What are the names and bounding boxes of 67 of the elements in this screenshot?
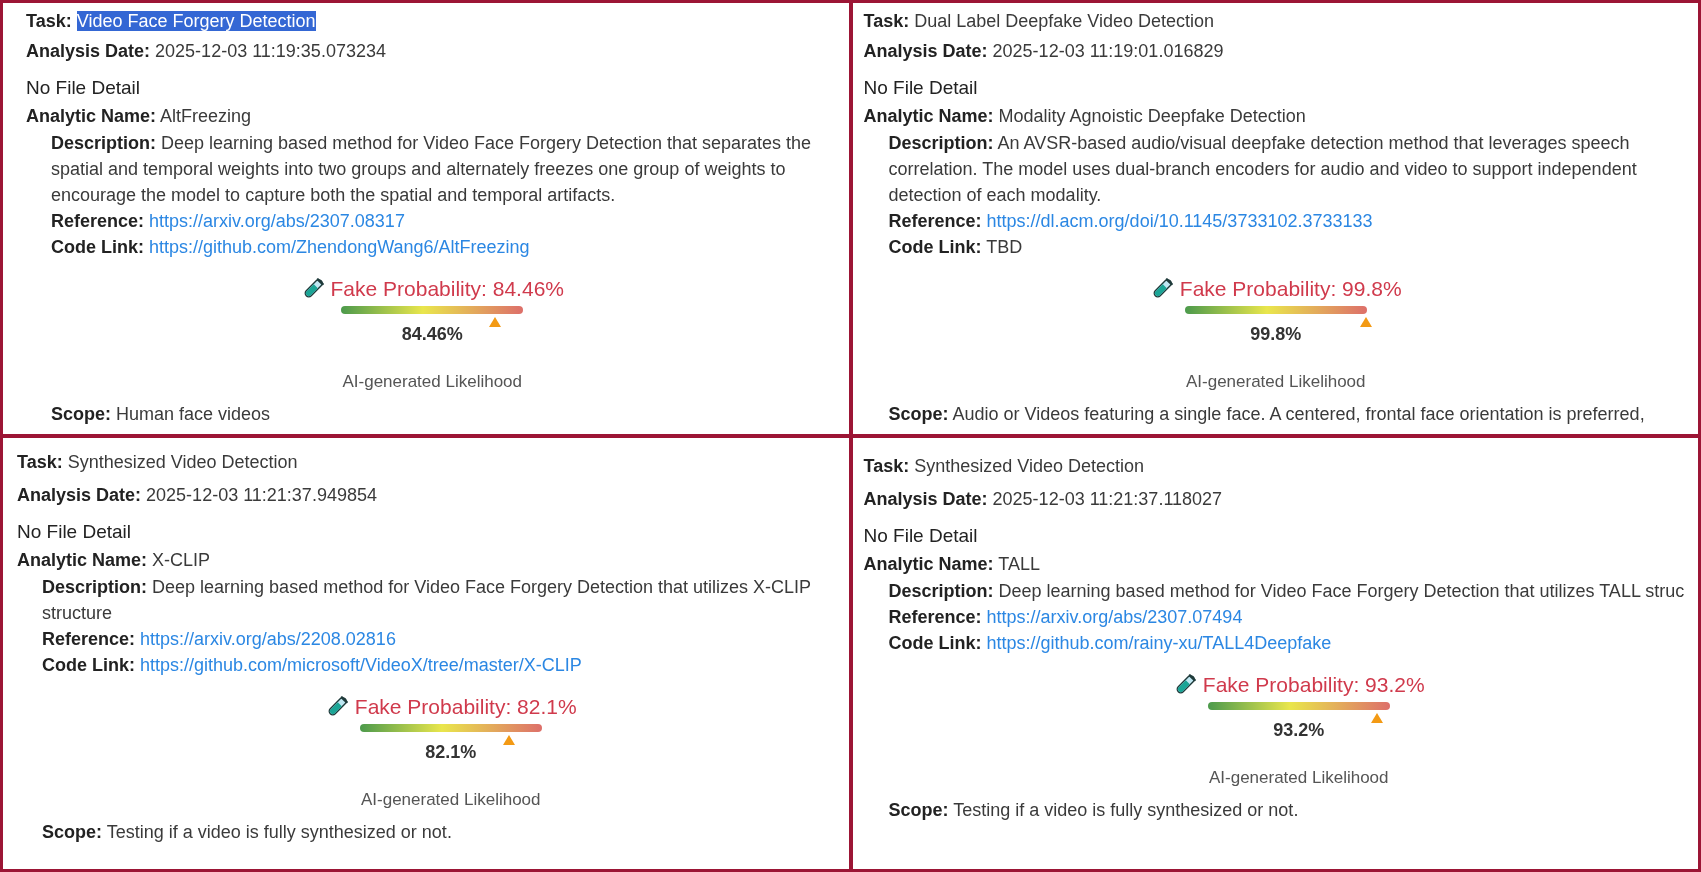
date-value: 2025-12-03 11:21:37.949854 [146,485,377,505]
date-value: 2025-12-03 11:21:37.118027 [992,489,1223,509]
scope-value: Audio or Videos featuring a single face. A centered, frontal face orientation is preferred, [952,404,1645,424]
description-text: Description: Deep learning based method for Video Face Forgery Detection that utilizes X-CLIP structure [42,576,812,625]
scope-label: Scope: [42,822,102,842]
scope-value: Testing if a video is fully synthesized or not. [106,822,452,842]
scope-label: Scope: [888,404,949,424]
detail-label: Code Link: [888,633,982,653]
date-label: Analysis Date: [863,41,988,61]
task-value: Video Face Forgery Detection [76,11,316,31]
description-text: Description: An AVSR-based audio/visual deepfake detection method that leverages speech correlation. The model uses dual-branch encoders for audio and video to support independent detection of each modality. [888,132,1638,207]
description-text: Description: Deep learning based method for Video Face Forgery Detection that utilizes TALL struc [888,580,1685,603]
percentage-text: 93.2% [1273,719,1325,741]
task-label: Task: [26,11,72,31]
percentage-text: 84.46% [401,323,463,345]
detail-label: Code Link: [51,237,144,257]
detail-link[interactable]: https://arxiv.org/abs/2208.02816 [140,629,396,649]
task-label: Task: [863,456,910,476]
analytic-name-label: Analytic Name: [863,554,994,574]
file-detail-heading: No File Detail [863,525,978,546]
detail-label: Reference: [888,211,982,231]
detail-link[interactable]: https://github.com/rainy-xu/TALL4Deepfake [986,633,1332,653]
scope-label: Scope: [888,800,949,820]
analytic-name-label: Analytic Name: [863,106,994,126]
task-label: Task: [17,452,63,472]
task-value: Synthesized Video Detection [914,456,1145,476]
file-detail-heading: No File Detail [26,77,141,98]
detail-link[interactable]: https://arxiv.org/abs/2307.08317 [149,211,405,231]
fake-probability-text: Fake Probability: 84.46% [330,276,564,302]
description-text: Description: Deep learning based method for Video Face Forgery Detection that separates the spatial and temporal weights into two groups and alternately freezes one group of weights to encourage the model to capture both the spatial and temporal artifacts. [51,132,813,207]
detail-link[interactable]: https://github.com/microsoft/VideoX/tree/master/X-CLIP [140,655,582,675]
detail-label: Reference: [888,607,982,627]
file-detail-heading: No File Detail [17,521,132,542]
analytic-name-label: Analytic Name: [26,106,157,126]
analytic-name-value: X-CLIP [152,550,211,570]
likelihood-caption: AI-generated Likelihood [360,789,541,811]
detail-link[interactable]: https://github.com/ZhendongWang6/AltFreezing [149,237,530,257]
analytic-name-value: Modality Agnoistic Deepfake Detection [998,106,1306,126]
date-value: 2025-12-03 11:19:35.073234 [155,41,386,61]
date-label: Analysis Date: [17,485,142,505]
analytic-name-value: AltFreezing [160,106,252,126]
detail-link[interactable]: https://arxiv.org/abs/2307.07494 [986,607,1243,627]
detail-link[interactable]: https://dl.acm.org/doi/10.1145/3733102.3733133 [986,211,1373,231]
file-detail-heading: No File Detail [863,77,978,98]
likelihood-caption: AI-generated Likelihood [1208,767,1389,789]
likelihood-caption: AI-generated Likelihood [342,371,523,393]
date-value: 2025-12-03 11:19:01.016829 [992,41,1224,61]
percentage-text: 99.8% [1250,323,1302,345]
detail-label: Reference: [51,211,145,231]
date-label: Analysis Date: [26,41,151,61]
fake-probability-text: Fake Probability: 82.1% [354,694,577,720]
likelihood-caption: AI-generated Likelihood [1185,371,1366,393]
date-label: Analysis Date: [863,489,988,509]
detail-label: Code Link: [42,655,135,675]
scope-value: Human face videos [116,404,271,424]
task-label: Task: [863,11,910,31]
task-value: Dual Label Deepfake Video Detection [914,11,1215,31]
scope-value: Testing if a video is fully synthesized or not. [953,800,1299,820]
analytic-name-label: Analytic Name: [17,550,148,570]
detail-text: Code Link: TBD [888,236,1023,259]
fake-probability-text: Fake Probability: 99.8% [1179,276,1402,302]
analytic-name-value: TALL [998,554,1040,574]
fake-probability-text: Fake Probability: 93.2% [1202,672,1425,698]
scope-label: Scope: [51,404,111,424]
detail-label: Reference: [42,629,136,649]
percentage-text: 82.1% [425,741,477,763]
task-value: Synthesized Video Detection [67,452,298,472]
